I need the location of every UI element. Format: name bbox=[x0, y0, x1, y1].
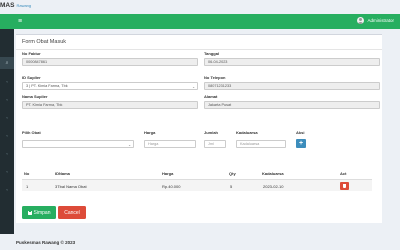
cell-idnama: 3Tbal Nama Obat bbox=[55, 183, 87, 189]
no-faktur-field[interactable]: 0000847861 bbox=[22, 58, 198, 66]
user-menu[interactable]: Administrator bbox=[357, 17, 394, 24]
jumlah-input[interactable]: Jml bbox=[204, 140, 226, 148]
menu-arrow-icon[interactable]: ‹ bbox=[0, 165, 14, 177]
top-header-bar: ≡ Administrator bbox=[0, 14, 400, 29]
harga-label: Harga bbox=[144, 130, 156, 135]
cancel-button[interactable]: Cancel bbox=[58, 206, 86, 219]
alamat-field[interactable]: Jakarta Pusat bbox=[204, 101, 380, 109]
user-name: Administrator bbox=[367, 18, 394, 23]
kadaluarsa-input[interactable]: Kadaluarsa bbox=[236, 140, 286, 148]
hamburger-icon[interactable]: ≡ bbox=[18, 17, 22, 26]
divider bbox=[16, 49, 382, 50]
nama-suplier-field[interactable]: PT. Kimia Farma, Tbk bbox=[22, 101, 198, 109]
no-faktur-label: No Faktur bbox=[22, 51, 41, 56]
cell-harga: Rp.40.000 bbox=[162, 183, 181, 189]
search-icon[interactable]: ⌕ bbox=[0, 57, 14, 69]
cell-kadaluarsa: 2023-02-10 bbox=[263, 183, 284, 189]
menu-arrow-icon[interactable]: ‹ bbox=[0, 93, 14, 105]
cell-qty: 5 bbox=[230, 183, 233, 189]
tanggal-field[interactable]: 06-04-2023 bbox=[204, 58, 380, 66]
chevron-down-icon: ⌄ bbox=[192, 84, 195, 89]
id-suplier-value: 3 | PT. Kimia Farma, Tbk bbox=[26, 84, 68, 88]
id-suplier-select[interactable]: 3 | PT. Kimia Farma, Tbk ⌄ bbox=[22, 82, 198, 90]
brand-subtitle: Rawang bbox=[16, 3, 32, 8]
col-harga: Harga bbox=[162, 171, 174, 176]
tanggal-label: Tanggal bbox=[204, 51, 220, 56]
jumlah-label: Jumlah bbox=[204, 130, 219, 135]
table-row: 1 3Tbal Nama Obat Rp.40.000 5 2023-02-10 bbox=[22, 179, 372, 191]
footer-text: Puskesmas Rawang © 2023 bbox=[16, 240, 76, 245]
app-brand: MAS Rawang bbox=[0, 2, 31, 9]
save-icon bbox=[27, 210, 32, 215]
col-qty: Qty bbox=[229, 171, 236, 176]
menu-arrow-icon[interactable]: ‹ bbox=[0, 147, 14, 159]
col-kadaluarsa: Kadaluarsa bbox=[262, 171, 284, 176]
menu-arrow-icon[interactable]: ‹ bbox=[0, 75, 14, 87]
nama-suplier-label: Nama Suplier bbox=[22, 94, 48, 99]
id-suplier-label: ID Suplier bbox=[22, 75, 41, 80]
form-title: Form Obat Masuk bbox=[22, 39, 67, 45]
pilih-obat-label: Pilih Obat bbox=[22, 130, 41, 135]
col-no: No bbox=[24, 171, 30, 176]
harga-input[interactable]: Harga bbox=[144, 140, 196, 148]
delete-row-button[interactable] bbox=[340, 182, 349, 190]
save-button[interactable]: Simpan bbox=[22, 206, 56, 219]
avatar bbox=[357, 17, 365, 24]
menu-arrow-icon[interactable]: ‹ bbox=[0, 129, 14, 141]
no-telepon-label: No Telepon bbox=[204, 75, 226, 80]
alamat-label: Alamat bbox=[204, 94, 218, 99]
pilih-obat-select[interactable]: ⌄ bbox=[22, 140, 134, 148]
aksi-label: Aksi bbox=[296, 130, 305, 135]
menu-arrow-icon[interactable]: ‹ bbox=[0, 111, 14, 123]
sidebar: ⌕ ‹ ‹ ‹ ‹ ‹ ‹ ‹ bbox=[0, 29, 14, 234]
save-button-label: Simpan bbox=[33, 209, 51, 216]
menu-arrow-icon[interactable]: ‹ bbox=[0, 183, 14, 195]
no-telepon-field[interactable]: 08071231233 bbox=[204, 82, 380, 90]
brand-name: MAS bbox=[0, 2, 15, 9]
cell-no: 1 bbox=[26, 183, 29, 189]
add-item-button[interactable]: + bbox=[296, 139, 306, 148]
chevron-down-icon: ⌄ bbox=[128, 142, 131, 147]
col-act: Act bbox=[340, 171, 347, 176]
col-idnama: IDNama bbox=[55, 171, 70, 176]
kadaluarsa-label: Kadaluarsa bbox=[236, 130, 258, 135]
